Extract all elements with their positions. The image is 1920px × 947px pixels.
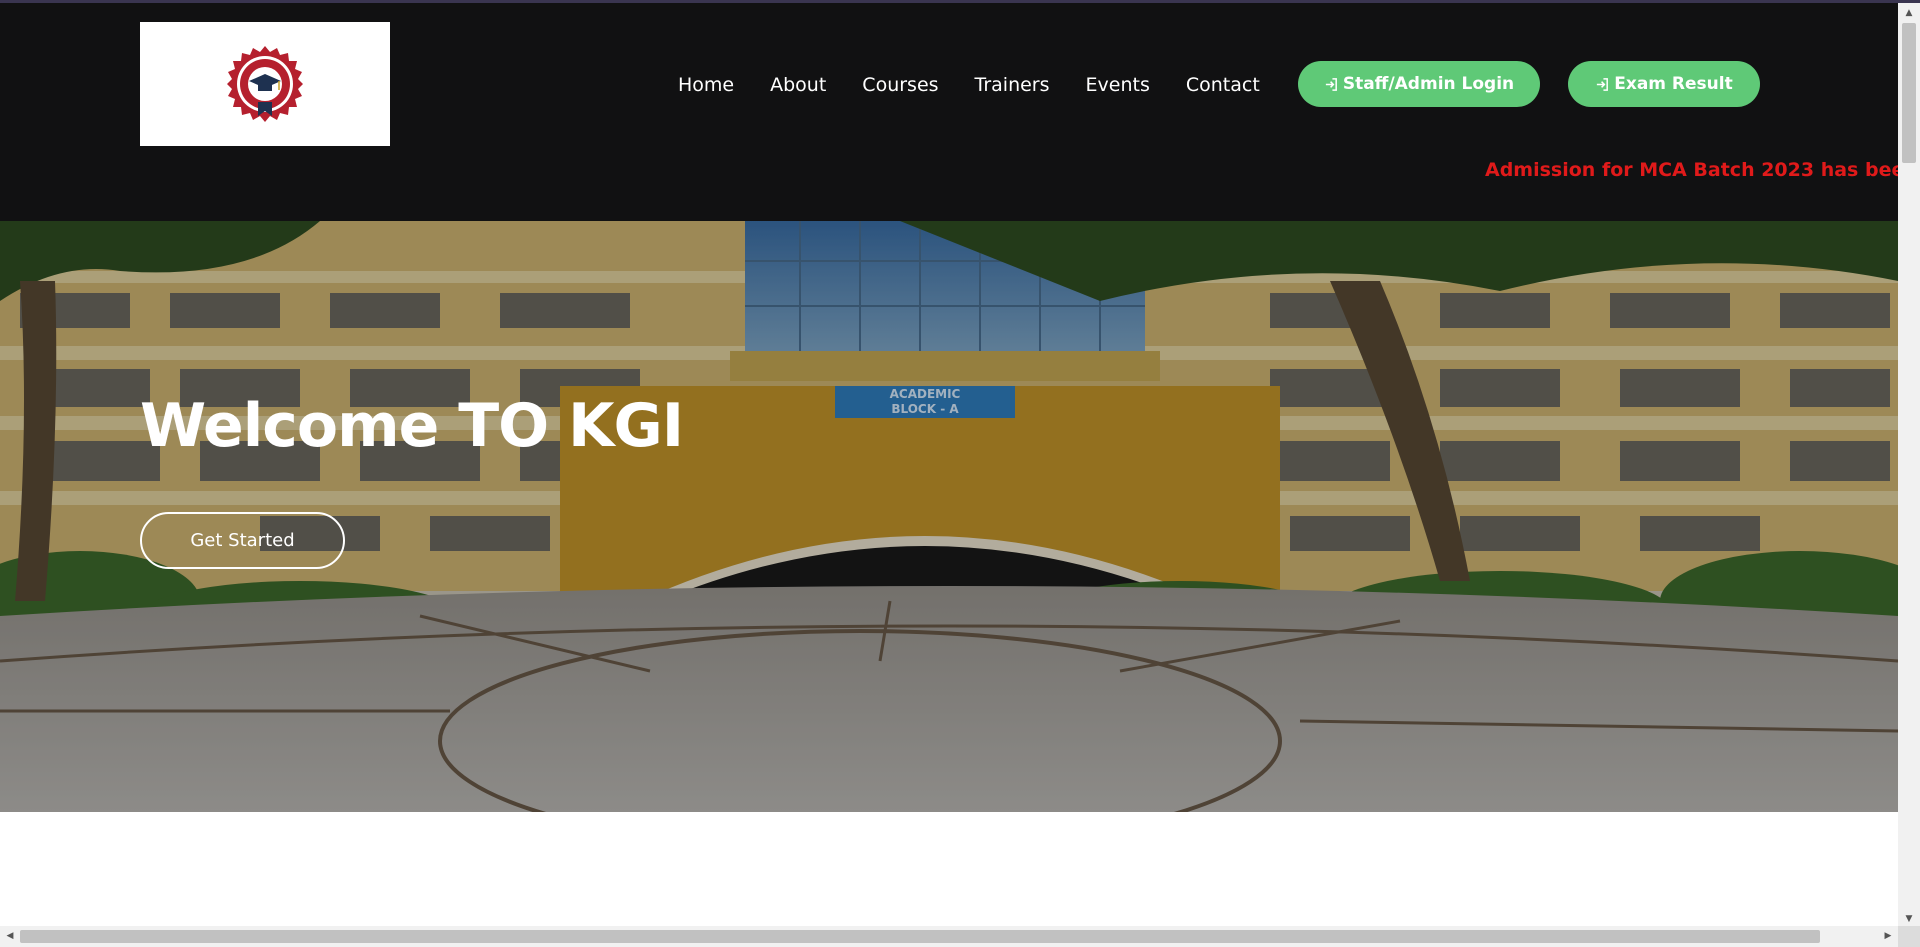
nav-contact[interactable]: Contact [1186, 74, 1260, 96]
site-header: Home About Courses Trainers Events Conta… [0, 3, 1898, 221]
nav-home[interactable]: Home [678, 74, 734, 96]
announcement-ticker: Admission for MCA Batch 2023 has been S [0, 155, 1898, 191]
staff-admin-login-button[interactable]: Staff/Admin Login [1298, 61, 1540, 107]
vertical-scroll-thumb[interactable] [1902, 23, 1916, 163]
login-arrow-icon [1597, 77, 1609, 91]
scroll-right-icon[interactable]: ▶ [1883, 931, 1893, 941]
nav-trainers[interactable]: Trainers [975, 74, 1050, 96]
vertical-scrollbar[interactable]: ▲ ▼ [1898, 3, 1920, 929]
nav-events[interactable]: Events [1086, 74, 1150, 96]
main-nav: Home About Courses Trainers Events Conta… [660, 59, 1278, 111]
site-logo[interactable] [140, 22, 390, 146]
staff-admin-login-label: Staff/Admin Login [1342, 74, 1515, 94]
nav-about[interactable]: About [770, 74, 826, 96]
horizontal-scroll-thumb[interactable] [20, 930, 1820, 943]
exam-result-label: Exam Result [1614, 74, 1733, 94]
login-arrow-icon [1325, 77, 1337, 91]
college-campus-seal-icon [227, 46, 303, 122]
scroll-left-icon[interactable]: ◀ [5, 931, 15, 941]
scroll-down-icon[interactable]: ▼ [1904, 914, 1914, 924]
horizontal-scrollbar[interactable]: ◀ ▶ [0, 926, 1898, 947]
hero-title: Welcome TO KGI [140, 391, 684, 461]
hero-banner: ACADEMIC BLOCK - A Welcome TO KGI Get St… [0, 221, 1898, 812]
ticker-text: Admission for MCA Batch 2023 has been S [1485, 159, 1898, 181]
scrollbar-corner [1898, 926, 1920, 947]
scroll-up-icon[interactable]: ▲ [1904, 8, 1914, 18]
nav-courses[interactable]: Courses [862, 74, 938, 96]
get-started-button[interactable]: Get Started [140, 512, 345, 569]
exam-result-button[interactable]: Exam Result [1568, 61, 1760, 107]
